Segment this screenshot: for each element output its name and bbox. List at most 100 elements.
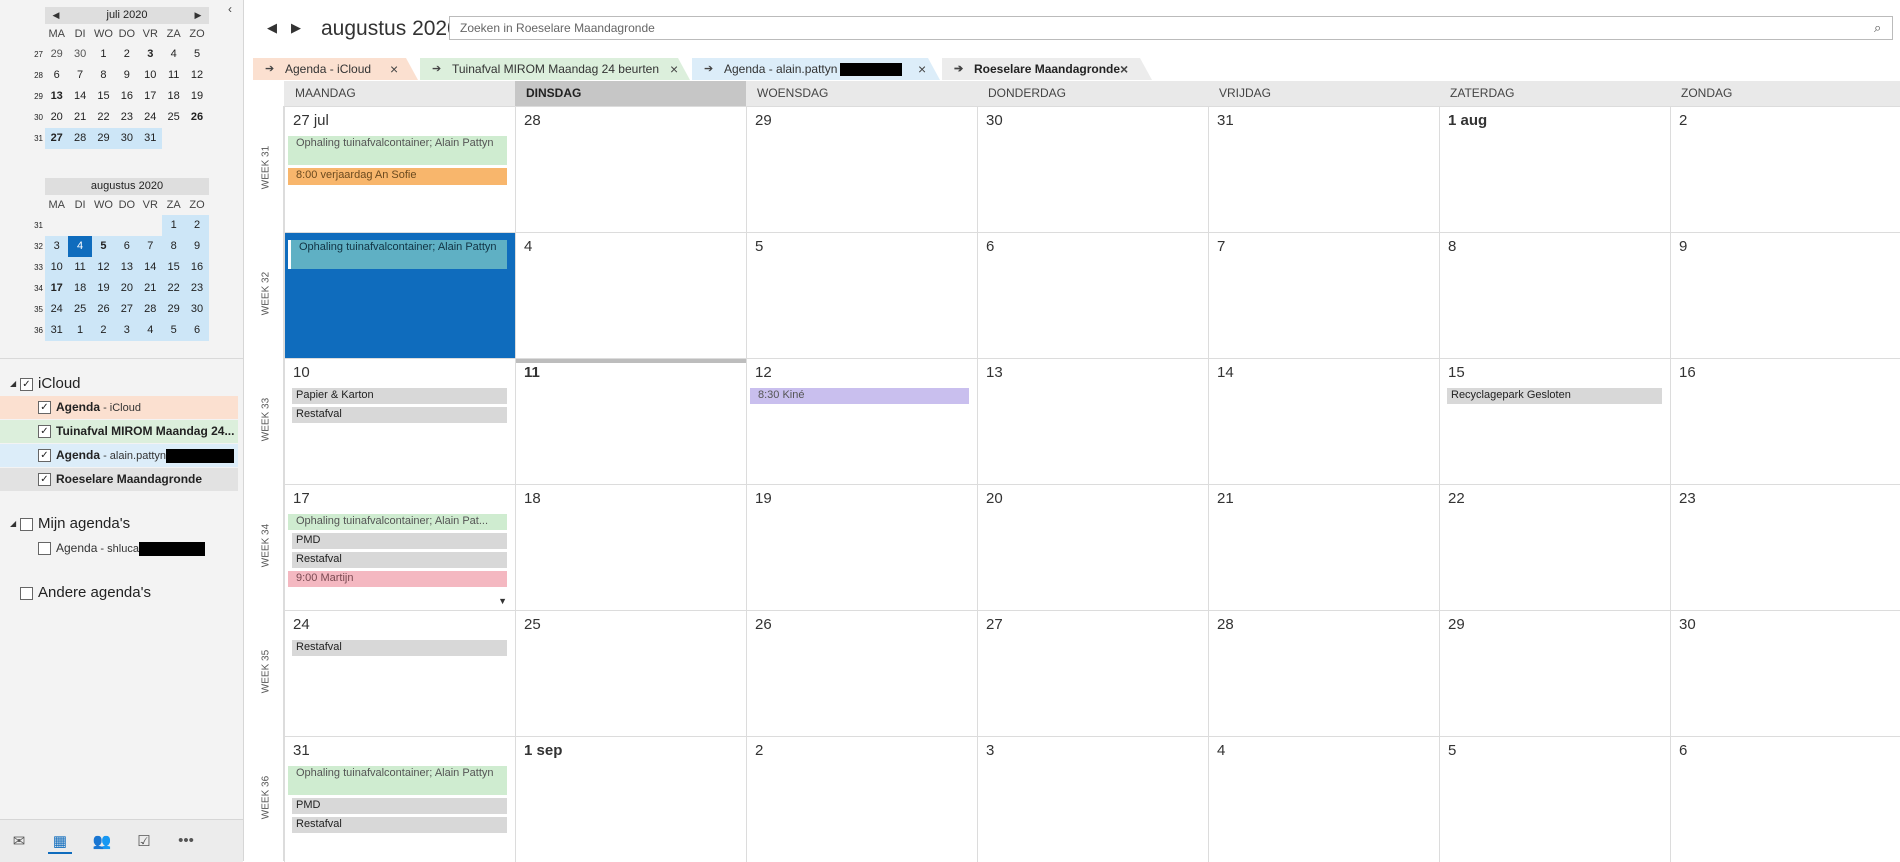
day-cell[interactable]: 26 [746, 610, 977, 736]
calendar-checkbox[interactable] [38, 542, 51, 556]
day-cell[interactable]: 10 Papier & Karton Restafval [284, 358, 515, 484]
calendar-icon[interactable]: ▦ [48, 832, 72, 854]
next-month-icon[interactable]: ▶ [288, 20, 304, 38]
expand-triangle-icon[interactable]: ◢ [10, 374, 20, 394]
group-checkbox[interactable] [20, 517, 33, 531]
mini-day[interactable]: 1 [92, 44, 115, 65]
calendar-item-tuinafval[interactable]: ✓ Tuinafval MIROM Maandag 24... [0, 420, 238, 443]
mini-day[interactable]: 25 [162, 107, 185, 128]
mini-day[interactable]: 6 [115, 236, 139, 257]
calendar-event[interactable]: Papier & Karton [288, 388, 507, 404]
group-checkbox[interactable] [20, 586, 33, 600]
mini-day[interactable]: 6 [185, 320, 209, 341]
calendar-event[interactable]: Restafval [288, 640, 507, 656]
day-cell[interactable]: 4 [515, 232, 746, 358]
day-cell[interactable]: 27 jul Ophaling tuinafvalcontainer; Alain… [284, 106, 515, 232]
day-cell[interactable]: 7 [1208, 232, 1439, 358]
close-icon[interactable]: × [918, 58, 926, 80]
mini-day[interactable]: 4 [162, 44, 185, 65]
mini-day[interactable]: 16 [115, 86, 138, 107]
arrow-icon[interactable]: ➔ [954, 58, 963, 80]
day-cell[interactable]: 14 [1208, 358, 1439, 484]
next-month-icon[interactable]: ▶ [191, 7, 205, 24]
calendar-checkbox[interactable]: ✓ [38, 449, 51, 463]
previous-month-icon[interactable]: ◀ [264, 20, 280, 38]
day-cell[interactable]: 23 [1670, 484, 1900, 610]
day-cell[interactable]: 9 [1670, 232, 1900, 358]
mini-day[interactable]: 24 [139, 107, 162, 128]
mini-day[interactable]: 25 [68, 299, 92, 320]
day-cell[interactable]: 31 [1208, 106, 1439, 232]
prev-month-icon[interactable]: ◀ [49, 7, 63, 24]
day-cell[interactable]: 17 Ophaling tuinafvalcontainer; Alain Pat… [284, 484, 515, 610]
mini-day[interactable]: 24 [45, 299, 69, 320]
day-cell[interactable]: 13 [977, 358, 1208, 484]
mini-day[interactable]: 4 [68, 236, 92, 257]
mini-day[interactable]: 23 [185, 278, 209, 299]
calendar-event[interactable]: PMD [288, 798, 507, 814]
mini-day[interactable]: 31 [138, 128, 162, 149]
mini-day[interactable]: 22 [92, 107, 115, 128]
close-icon[interactable]: × [670, 58, 678, 80]
mini-day[interactable]: 1 [161, 215, 186, 236]
mini-day[interactable]: 26 [185, 107, 208, 128]
calendar-event[interactable]: Restafval [288, 407, 507, 423]
day-cell[interactable]: 19 [746, 484, 977, 610]
calendar-event[interactable]: 8:00 verjaardag An Sofie [288, 168, 507, 185]
calendar-item-icloud[interactable]: ✓ Agenda - iCloud [0, 396, 238, 419]
mini-day[interactable]: 7 [68, 65, 91, 86]
arrow-icon[interactable]: ➔ [704, 58, 713, 80]
calendar-item-roeselare[interactable]: ✓ Roeselare Maandagronde [0, 468, 238, 491]
mini-day[interactable]: 2 [185, 215, 209, 236]
group-checkbox[interactable]: ✓ [20, 377, 33, 391]
day-cell[interactable]: 21 [1208, 484, 1439, 610]
day-cell[interactable]: 31 Ophaling tuinafvalcontainer; Alain Pat… [284, 736, 515, 862]
mini-day[interactable]: 3 [115, 320, 139, 341]
more-events-icon[interactable]: ▼ [498, 596, 507, 606]
mini-day[interactable]: 6 [45, 65, 68, 86]
day-cell[interactable]: 4 [1208, 736, 1439, 862]
mini-day[interactable]: 29 [161, 299, 186, 320]
calendar-event[interactable]: Recyclagepark Gesloten [1443, 388, 1662, 404]
mini-day[interactable]: 15 [92, 86, 115, 107]
mini-day[interactable]: 21 [68, 107, 91, 128]
mini-day[interactable]: 14 [138, 257, 162, 278]
calendar-event[interactable]: Ophaling tuinafvalcontainer; Alain Patty… [288, 240, 507, 269]
mini-day[interactable]: 13 [115, 257, 139, 278]
calendar-tab-0[interactable]: ➔ Agenda - iCloud × [253, 58, 418, 80]
mini-day[interactable]: 20 [45, 107, 68, 128]
close-icon[interactable]: × [390, 58, 398, 80]
mini-day[interactable]: 29 [45, 44, 68, 65]
calendar-event[interactable]: Restafval [288, 817, 507, 833]
mini-day[interactable]: 9 [185, 236, 209, 257]
day-cell[interactable]: 20 [977, 484, 1208, 610]
tasks-icon[interactable]: ☑ [132, 832, 156, 852]
day-cell[interactable]: 30 [1670, 610, 1900, 736]
more-icon[interactable]: ••• [174, 832, 198, 852]
day-cell[interactable]: 8 [1439, 232, 1670, 358]
day-cell[interactable]: 28 [1208, 610, 1439, 736]
mini-day[interactable]: 20 [115, 278, 139, 299]
mail-icon[interactable]: ✉ [7, 832, 31, 852]
mini-day[interactable]: 30 [115, 128, 139, 149]
calendar-item-alain[interactable]: ✓ Agenda - alain.pattyn [0, 444, 238, 467]
calendar-event[interactable]: PMD [288, 533, 507, 549]
mini-day[interactable]: 13 [45, 86, 68, 107]
mini-day[interactable]: 26 [91, 299, 116, 320]
calendar-event[interactable]: Restafval [288, 552, 507, 568]
mini-day[interactable]: 5 [185, 44, 208, 65]
calendar-checkbox[interactable]: ✓ [38, 425, 51, 439]
calendar-tab-3[interactable]: ➔ Roeselare Maandagronde × [942, 58, 1152, 80]
day-cell[interactable]: 3Ophaling tuinafvalcontainer; Alain Patt… [284, 232, 515, 358]
day-cell[interactable]: 28 [515, 106, 746, 232]
search-input[interactable]: Zoeken in Roeselare Maandagronde [449, 16, 1893, 40]
day-cell[interactable]: 1 aug [1439, 106, 1670, 232]
mini-day[interactable]: 1 [68, 320, 92, 341]
mini-day[interactable]: 18 [68, 278, 92, 299]
mini-day[interactable]: 10 [45, 257, 69, 278]
mini-day[interactable]: 17 [45, 278, 69, 299]
calendar-checkbox[interactable]: ✓ [38, 473, 51, 487]
day-cell[interactable]: 27 [977, 610, 1208, 736]
mini-day[interactable]: 2 [115, 44, 138, 65]
mini-day[interactable]: 23 [115, 107, 138, 128]
